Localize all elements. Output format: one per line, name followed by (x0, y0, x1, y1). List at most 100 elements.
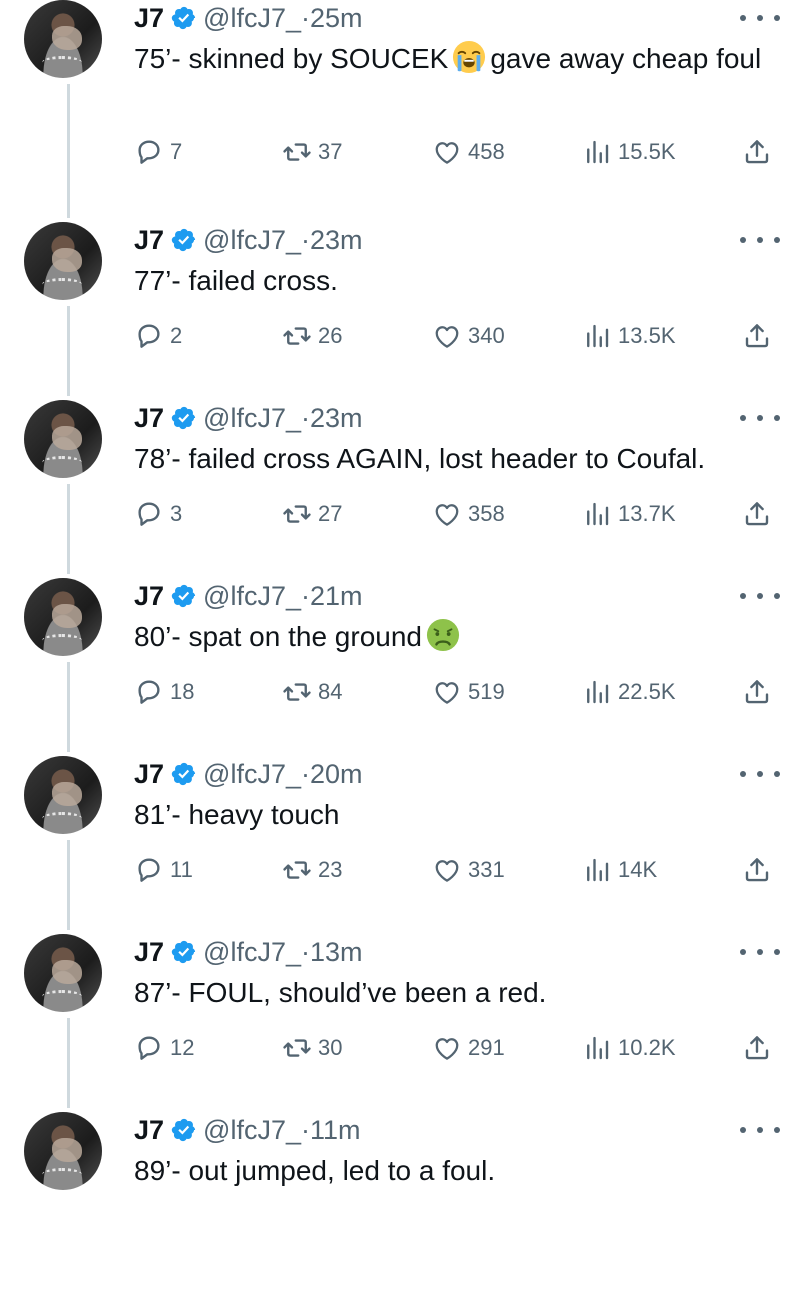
like-count: 340 (468, 323, 505, 348)
repost-button[interactable]: 27 (282, 496, 342, 532)
tweet-time[interactable]: ·25m (301, 3, 363, 34)
tweet-time[interactable]: ·11m (301, 1115, 361, 1146)
author-name[interactable]: J7 (134, 1115, 164, 1146)
tweet-text-body: 87’- FOUL, should’ve been a red. (134, 977, 547, 1008)
author-handle[interactable]: @lfcJ7_ (203, 225, 301, 256)
more-options-icon[interactable] (740, 947, 780, 957)
share-button[interactable] (742, 496, 772, 532)
tweet-text: 89’- out jumped, led to a foul. (134, 1152, 774, 1190)
author-handle[interactable]: @lfcJ7_ (203, 581, 301, 612)
tweet-thread: J7 @lfcJ7_ ·25m 75’- skinned by SOUCEK ga… (0, 0, 806, 1200)
like-button[interactable]: 331 (432, 852, 505, 888)
view-count: 22.5K (618, 679, 676, 704)
author-handle[interactable]: @lfcJ7_ (203, 759, 301, 790)
analytics-bars-icon (582, 321, 612, 351)
like-button[interactable]: 358 (432, 496, 505, 532)
reply-count: 12 (170, 1035, 195, 1060)
repost-count: 23 (318, 857, 343, 882)
like-button[interactable]: 340 (432, 318, 505, 354)
avatar[interactable] (24, 400, 102, 478)
views-button[interactable]: 14K (582, 852, 657, 888)
repost-button[interactable]: 30 (282, 1030, 342, 1066)
views-button[interactable]: 10.2K (582, 1030, 676, 1066)
like-count: 331 (468, 857, 505, 882)
tweet[interactable]: J7 @lfcJ7_ ·23m 78’- failed cross AGAIN,… (0, 400, 806, 600)
repost-button[interactable]: 26 (282, 318, 342, 354)
reply-button[interactable]: 2 (134, 318, 182, 354)
share-button[interactable] (742, 1030, 772, 1066)
like-button[interactable]: 291 (432, 1030, 505, 1066)
author-handle[interactable]: @lfcJ7_ (203, 1115, 301, 1146)
share-button[interactable] (742, 134, 772, 170)
tweet-header: J7 @lfcJ7_ ·21m (134, 581, 363, 611)
tweet[interactable]: J7 @lfcJ7_ ·13m 87’- FOUL, should’ve bee… (0, 934, 806, 1134)
reply-button[interactable]: 18 (134, 674, 194, 710)
author-handle[interactable]: @lfcJ7_ (203, 937, 301, 968)
tweet-text: 81’- heavy touch (134, 796, 774, 834)
tweet[interactable]: J7 @lfcJ7_ ·25m 75’- skinned by SOUCEK ga… (0, 0, 806, 200)
avatar[interactable] (24, 222, 102, 300)
more-options-icon[interactable] (740, 591, 780, 601)
more-options-icon[interactable] (740, 1125, 780, 1135)
views-button[interactable]: 13.5K (582, 318, 676, 354)
tweet-header: J7 @lfcJ7_ ·13m (134, 937, 363, 967)
tweet-time[interactable]: ·13m (301, 937, 363, 968)
analytics-bars-icon (582, 677, 612, 707)
reply-button[interactable]: 3 (134, 496, 182, 532)
author-handle[interactable]: @lfcJ7_ (203, 3, 301, 34)
author-name[interactable]: J7 (134, 3, 164, 34)
share-button[interactable] (742, 674, 772, 710)
author-name[interactable]: J7 (134, 581, 164, 612)
like-button[interactable]: 519 (432, 674, 505, 710)
avatar-hand-shape (52, 248, 82, 272)
repost-icon (282, 855, 312, 885)
author-name[interactable]: J7 (134, 937, 164, 968)
avatar[interactable] (24, 756, 102, 834)
tweet-actions-bar: 18 84 519 22.5K (0, 674, 806, 710)
like-button[interactable]: 458 (432, 134, 505, 170)
more-options-icon[interactable] (740, 13, 780, 23)
tweet[interactable]: J7 @lfcJ7_ ·21m 80’- spat on the ground … (0, 578, 806, 778)
tweet-header: J7 @lfcJ7_ ·25m (134, 3, 363, 33)
more-options-icon[interactable] (740, 413, 780, 423)
analytics-bars-icon (582, 855, 612, 885)
tweet-time[interactable]: ·21m (301, 581, 363, 612)
share-icon (742, 1033, 772, 1063)
repost-button[interactable]: 23 (282, 852, 342, 888)
reply-icon (134, 855, 164, 885)
more-options-icon[interactable] (740, 769, 780, 779)
reply-icon (134, 321, 164, 351)
author-name[interactable]: J7 (134, 403, 164, 434)
views-button[interactable]: 22.5K (582, 674, 676, 710)
author-name[interactable]: J7 (134, 225, 164, 256)
tweet-text: 87’- FOUL, should’ve been a red. (134, 974, 774, 1012)
reply-button[interactable]: 11 (134, 852, 193, 888)
reply-button[interactable]: 7 (134, 134, 182, 170)
repost-icon (282, 499, 312, 529)
reply-button[interactable]: 12 (134, 1030, 194, 1066)
tweet-time[interactable]: ·20m (301, 759, 363, 790)
avatar[interactable] (24, 1112, 102, 1190)
more-options-icon[interactable] (740, 235, 780, 245)
views-button[interactable]: 13.7K (582, 496, 676, 532)
reply-icon (134, 499, 164, 529)
share-button[interactable] (742, 852, 772, 888)
tweet[interactable]: J7 @lfcJ7_ ·11m 89’- out jumped, led to … (0, 1112, 806, 1312)
repost-button[interactable]: 84 (282, 674, 342, 710)
share-icon (742, 499, 772, 529)
repost-button[interactable]: 37 (282, 134, 342, 170)
tweet-time[interactable]: ·23m (301, 225, 363, 256)
avatar[interactable] (24, 0, 102, 78)
tweet-header: J7 @lfcJ7_ ·23m (134, 403, 363, 433)
author-name[interactable]: J7 (134, 759, 164, 790)
tweet[interactable]: J7 @lfcJ7_ ·23m 77’- failed cross. 2 26 … (0, 222, 806, 422)
repost-icon (282, 1033, 312, 1063)
reply-icon (134, 1033, 164, 1063)
avatar[interactable] (24, 934, 102, 1012)
share-button[interactable] (742, 318, 772, 354)
author-handle[interactable]: @lfcJ7_ (203, 403, 301, 434)
avatar[interactable] (24, 578, 102, 656)
tweet[interactable]: J7 @lfcJ7_ ·20m 81’- heavy touch 11 23 3… (0, 756, 806, 956)
tweet-time[interactable]: ·23m (301, 403, 363, 434)
views-button[interactable]: 15.5K (582, 134, 676, 170)
